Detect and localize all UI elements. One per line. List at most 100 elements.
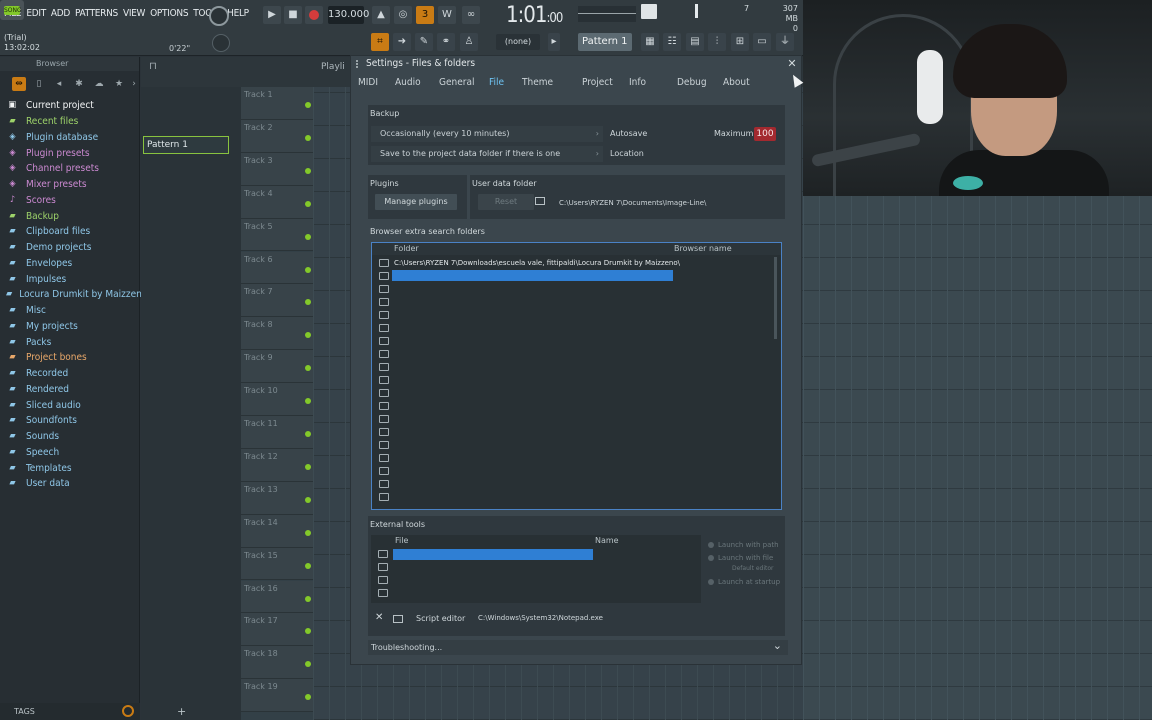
record-button[interactable] (305, 6, 323, 24)
track-mute-icon[interactable] (305, 595, 311, 602)
link-icon[interactable]: ⚭ (437, 33, 455, 51)
browser-name-column-header[interactable]: Browser name (674, 244, 732, 253)
track-header[interactable]: Track 4 (241, 185, 313, 219)
menu-help[interactable]: HELP (227, 8, 249, 19)
troubleshooting-expander[interactable]: Troubleshooting... (368, 638, 788, 655)
track-mute-icon[interactable] (305, 496, 311, 503)
track-header[interactable]: Track 18 (241, 646, 313, 680)
channel-rack-icon[interactable]: ☷ (663, 33, 681, 51)
track-header[interactable]: Track 6 (241, 251, 313, 285)
track-header[interactable]: Track 13 (241, 481, 313, 515)
track-mute-icon[interactable] (305, 431, 311, 437)
tab-audio[interactable]: Audio (395, 77, 421, 88)
pattern-selector[interactable]: Pattern 1 (578, 33, 632, 51)
gear-icon[interactable]: ✱ (72, 77, 86, 91)
tab-theme[interactable]: Theme (522, 77, 553, 88)
metronome-icon[interactable]: ▲ (372, 6, 390, 24)
pattern-item[interactable]: Pattern 1 (143, 136, 229, 154)
track-header[interactable]: Track 5 (241, 218, 313, 252)
reset-button[interactable]: Reset (478, 194, 534, 210)
browser-item[interactable]: ▰ Envelopes (6, 256, 138, 272)
browser-item[interactable]: ▰ Impulses (6, 271, 138, 287)
file-icon[interactable]: ▯ (32, 77, 46, 91)
browser-item[interactable]: ▰ Demo projects (6, 240, 138, 256)
remove-icon[interactable]: ✕ (375, 612, 383, 623)
browser-item[interactable]: ▰ Sliced audio (6, 397, 138, 413)
snap-icon[interactable]: ⌗ (371, 33, 389, 51)
browser-item[interactable]: ▰ Project bones (6, 350, 138, 366)
folder-icon[interactable] (378, 576, 388, 584)
track-header[interactable]: Track 2 (241, 119, 313, 153)
folder-row[interactable] (372, 335, 772, 348)
folder-row[interactable] (372, 348, 772, 361)
star-icon[interactable]: ★ (112, 77, 126, 91)
stamp-icon[interactable]: ♙ (460, 33, 478, 51)
folder-icon[interactable] (379, 493, 389, 501)
browser-item[interactable]: ▰ Templates (6, 460, 138, 476)
track-header[interactable]: Track 12 (241, 448, 313, 482)
track-header[interactable]: Track 7 (241, 284, 313, 318)
browser-item[interactable]: ◈ Plugin presets (6, 145, 138, 161)
maximum-value[interactable]: 100 (754, 127, 776, 141)
track-header[interactable]: Track 8 (241, 317, 313, 351)
browser-item[interactable]: ♪ Scores (6, 193, 138, 209)
track-mute-icon[interactable] (305, 167, 311, 174)
track-header[interactable]: Track 9 (241, 350, 313, 384)
track-mute-icon[interactable] (305, 562, 311, 569)
folder-icon[interactable] (379, 441, 389, 449)
track-mute-icon[interactable] (305, 694, 311, 701)
menu-patterns[interactable]: PATTERNS (75, 8, 118, 19)
track-mute-icon[interactable] (305, 233, 311, 240)
folder-icon[interactable] (535, 197, 545, 205)
folder-icon[interactable] (379, 259, 389, 267)
folder-row[interactable] (372, 413, 772, 426)
track-header[interactable]: Track 1 (241, 87, 313, 120)
browser-item[interactable]: ▣ Current project (6, 98, 138, 114)
folder-icon[interactable] (379, 428, 389, 436)
track-mute-icon[interactable] (305, 365, 311, 372)
track-header[interactable]: Track 14 (241, 514, 313, 548)
folder-icon[interactable] (379, 298, 389, 306)
folder-icon[interactable] (379, 376, 389, 384)
folder-row[interactable]: C:\Users\RYZEN 7\Downloads\escuela vale,… (372, 257, 772, 270)
location-dropdown[interactable]: Save to the project data folder if there… (371, 146, 603, 162)
add-pattern-icon[interactable]: + (177, 705, 186, 718)
file-column-header[interactable]: File (395, 536, 408, 545)
folder-icon[interactable] (379, 454, 389, 462)
folder-row[interactable] (372, 374, 772, 387)
track-mute-icon[interactable] (305, 299, 311, 306)
playlist-tools-icon[interactable]: ⊓ (149, 61, 157, 72)
track-header[interactable]: Track 10 (241, 383, 313, 416)
folder-icon[interactable] (379, 480, 389, 488)
browser-item[interactable]: ▰ Recent files (6, 114, 138, 130)
track-header[interactable]: Track 16 (241, 580, 313, 614)
track-mute-icon[interactable] (305, 200, 311, 207)
folder-row[interactable] (372, 283, 772, 296)
tool-row[interactable] (371, 561, 691, 574)
back-icon[interactable]: ◂ (52, 77, 66, 91)
folder-icon[interactable] (379, 285, 389, 293)
stop-button[interactable]: ■ (284, 6, 302, 24)
track-header[interactable]: Track 15 (241, 547, 313, 581)
loop-record-icon[interactable]: ∞ (462, 6, 480, 24)
tool-row[interactable] (371, 548, 691, 561)
tab-midi[interactable]: MIDI (358, 77, 378, 88)
folder-row[interactable] (372, 361, 772, 374)
browser-item[interactable]: ▰ User data (6, 476, 138, 492)
playlist-grid-extension[interactable] (803, 196, 1152, 720)
tab-project[interactable]: Project (582, 77, 613, 88)
track-mute-icon[interactable] (305, 332, 311, 339)
tool-row[interactable] (371, 574, 691, 587)
track-mute-icon[interactable] (305, 266, 311, 273)
browser-item[interactable]: ▰ Clipboard files (6, 224, 138, 240)
pencil-icon[interactable]: ✎ (415, 33, 433, 51)
scrollbar[interactable] (774, 257, 777, 339)
browser-item[interactable]: ▰ Rendered (6, 382, 138, 398)
master-volume-knob[interactable] (212, 34, 230, 52)
folder-icon[interactable] (379, 272, 389, 280)
autosave-dropdown[interactable]: Occasionally (every 10 minutes) (371, 126, 603, 142)
tab-info[interactable]: Info (629, 77, 646, 88)
folder-row[interactable] (372, 491, 772, 504)
track-mute-icon[interactable] (305, 661, 311, 668)
folder-row[interactable] (372, 452, 772, 465)
